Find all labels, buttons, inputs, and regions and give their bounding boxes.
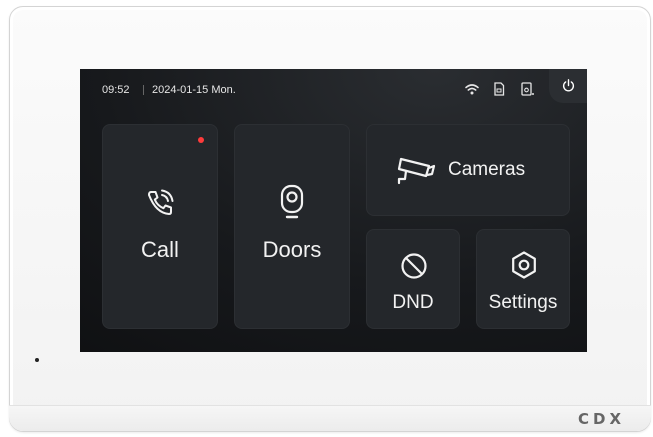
settings-tile[interactable]: Settings bbox=[476, 229, 570, 329]
do-not-disturb-icon bbox=[400, 252, 428, 280]
status-day: Mon. bbox=[211, 84, 236, 96]
call-notification-badge bbox=[198, 137, 204, 143]
cameras-tile[interactable]: Cameras bbox=[366, 124, 570, 216]
touch-screen: 09:52 2024-01-15 Mon. Call Doors Cameras… bbox=[80, 69, 587, 352]
device-bottom-bezel bbox=[9, 405, 651, 431]
doorbell-camera-icon bbox=[278, 184, 306, 220]
door-sensor-icon bbox=[519, 81, 535, 97]
status-time: 09:52 bbox=[102, 84, 130, 96]
doors-tile[interactable]: Doors bbox=[234, 124, 350, 329]
sd-card-icon bbox=[491, 81, 507, 97]
status-date: 2024-01-15 Mon. bbox=[152, 84, 236, 96]
cameras-label: Cameras bbox=[448, 159, 526, 180]
power-button[interactable] bbox=[549, 69, 587, 103]
phone-call-icon bbox=[144, 187, 176, 219]
call-tile[interactable]: Call bbox=[102, 124, 218, 329]
settings-label: Settings bbox=[488, 292, 558, 313]
dnd-tile[interactable]: DND bbox=[366, 229, 460, 329]
dnd-label: DND bbox=[392, 292, 434, 313]
status-bar: 09:52 2024-01-15 Mon. bbox=[80, 69, 587, 109]
security-camera-icon bbox=[396, 154, 436, 186]
wifi-icon bbox=[464, 81, 480, 97]
doors-label: Doors bbox=[262, 237, 322, 262]
brand-logo: CDX bbox=[578, 410, 626, 428]
status-divider bbox=[143, 85, 144, 95]
gear-hexagon-icon bbox=[509, 250, 539, 280]
status-date-value: 2024-01-15 bbox=[152, 84, 209, 96]
call-label: Call bbox=[141, 237, 179, 262]
light-sensor-dot bbox=[35, 358, 39, 362]
power-icon bbox=[561, 78, 576, 93]
